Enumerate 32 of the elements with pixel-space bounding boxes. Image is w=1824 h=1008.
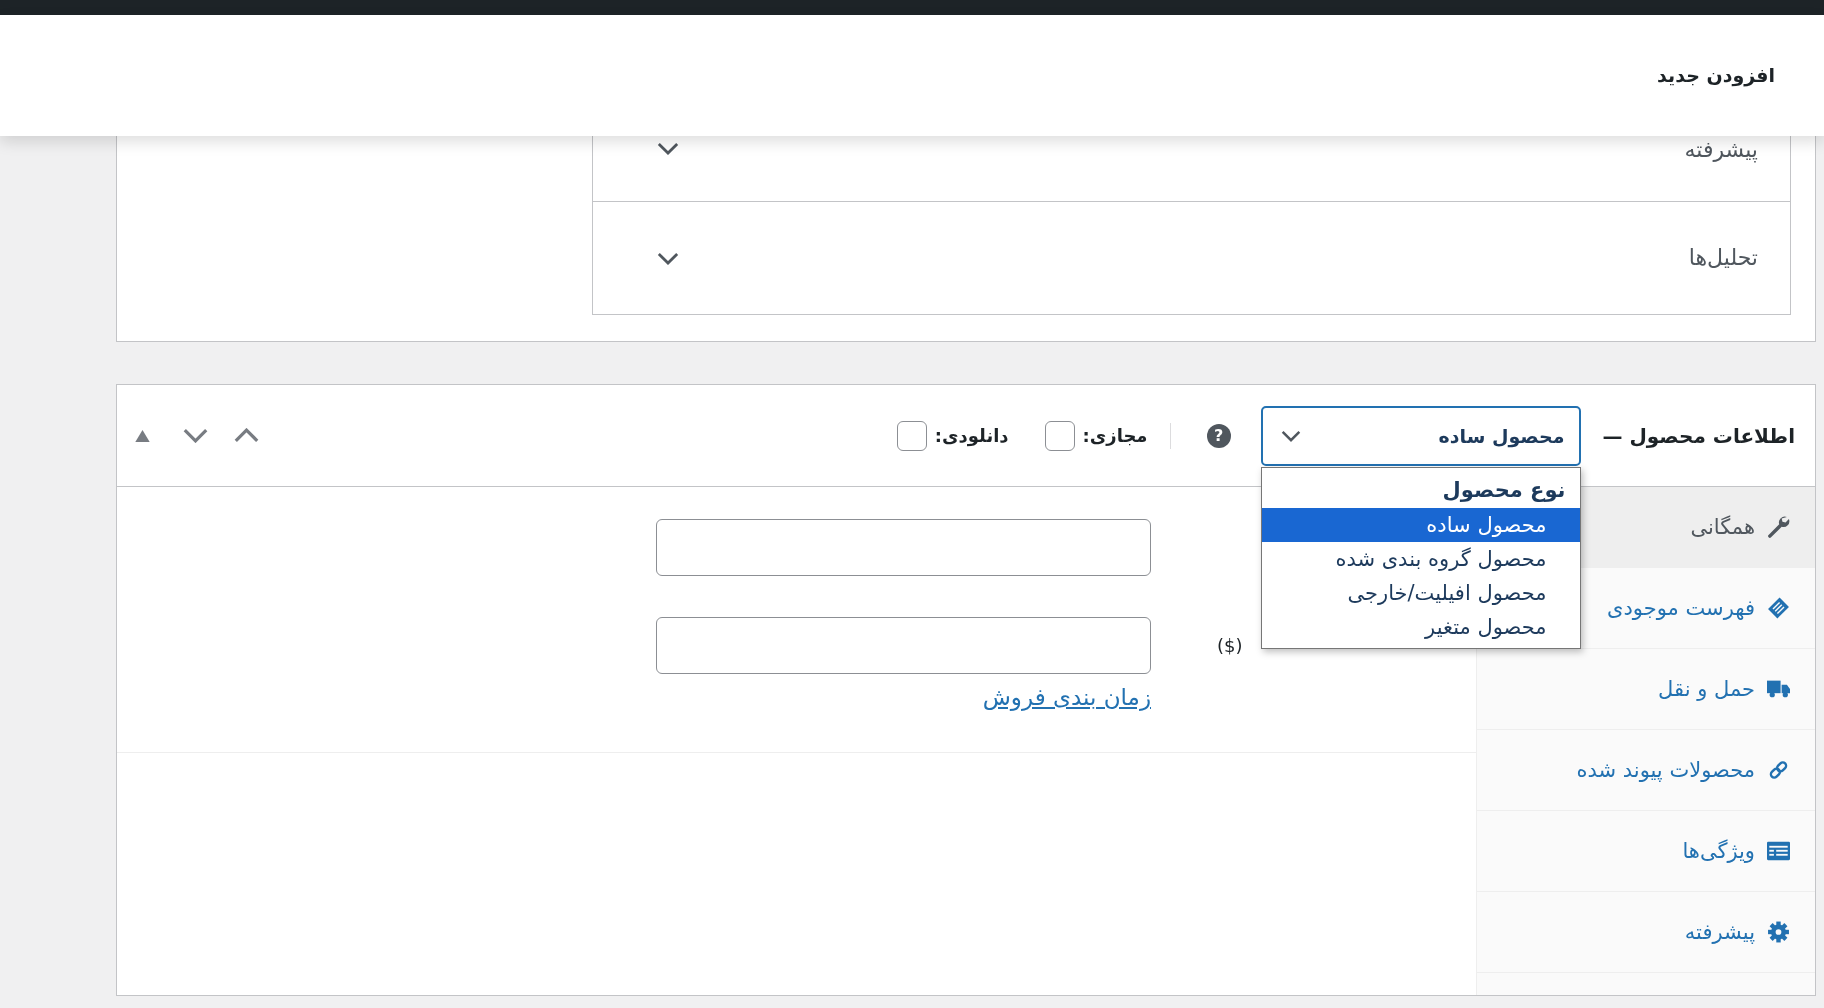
truck-icon [1767,678,1790,700]
wrench-icon [1767,516,1790,538]
price-input[interactable] [656,519,1151,576]
chevron-down-icon[interactable] [657,251,679,265]
caret-icon [1280,429,1301,442]
triangle-up-icon[interactable] [135,429,150,442]
price-input[interactable] [656,617,1151,674]
chevron-down-icon[interactable] [657,142,679,155]
help-icon: ? [1206,423,1231,448]
option-label: دانلودی: [934,425,1009,446]
dropdown-option[interactable]: محصول متغیر [1261,609,1580,644]
dropdown-option[interactable]: محصول گروه بندی شده [1261,541,1580,576]
chevron-up-icon[interactable] [233,428,260,443]
link-icon [1767,759,1790,781]
chevron-down-icon[interactable] [182,428,209,443]
checkbox[interactable] [1044,420,1075,451]
list-icon [1767,840,1790,862]
dropdown-group-label: نوع محصول [1441,476,1567,504]
gear-icon [1767,921,1790,943]
dropdown-option[interactable]: محصول ساده [1261,507,1580,542]
checkbox[interactable] [896,420,927,451]
panel-title: اطلاعات محصول — [1602,423,1795,448]
schedule-link[interactable]: زمان بندی فروش [982,684,1151,710]
field-label: ($) [1217,635,1243,656]
page-title: افزودن جدید [1657,63,1775,88]
section-title[interactable]: پیشرفته [1684,136,1758,164]
tag-icon [1767,597,1790,619]
sidebar-tab[interactable]: همگانی [1581,487,1815,567]
option-label: مجازی: [1082,425,1148,446]
product-type-select[interactable]: محصول ساده [1260,405,1581,466]
section-title[interactable]: تحلیل‌ها [1688,244,1758,272]
dropdown-option[interactable]: محصول افیلیت/خارجی [1261,575,1580,610]
